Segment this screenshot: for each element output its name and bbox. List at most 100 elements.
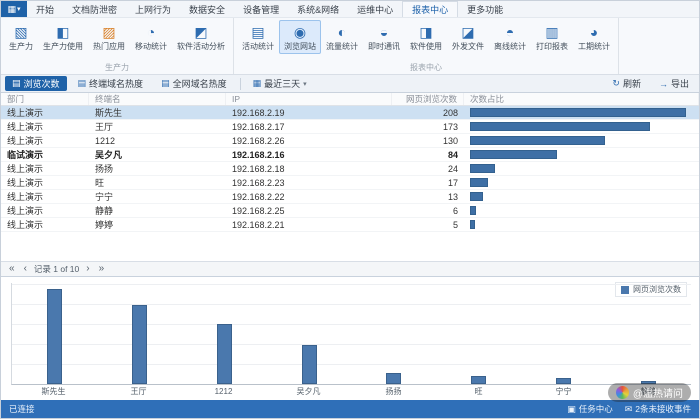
toolbar-button[interactable]: ▨热门应用 — [88, 20, 130, 54]
table-row[interactable]: 临试演示吴夕凡192.168.2.1684 — [1, 148, 699, 162]
software-analysis-icon: ◩ — [194, 24, 207, 40]
toolbar-button[interactable]: ◩软件活动分析 — [172, 20, 230, 54]
cell-department: 线上演示 — [1, 176, 89, 189]
toolbar-button-label: 热门应用 — [93, 41, 125, 52]
table-row[interactable]: 线上演示宁宁192.168.2.2213 — [1, 190, 699, 204]
ribbon-tab[interactable]: 系统&网络 — [288, 1, 348, 17]
export-button[interactable]: →导出 — [653, 76, 695, 91]
cell-ratio — [464, 150, 699, 159]
schedule-stats-icon: ◕ — [590, 24, 598, 40]
column-header[interactable]: IP — [226, 93, 392, 105]
toolbar-group: ▤活动统计◉浏览网站◐流量统计◒即时通讯◨软件使用◪外发文件◓离线统计▥打印报表… — [234, 18, 619, 74]
toolbar-button[interactable]: ▥打印报表 — [531, 20, 573, 54]
ratio-bar — [470, 178, 488, 187]
refresh-button[interactable]: ↻刷新 — [606, 76, 647, 91]
ribbon-tab[interactable]: 更多功能 — [458, 1, 512, 17]
table-row[interactable]: 线上演示1212192.168.2.26130 — [1, 134, 699, 148]
cell-ip: 192.168.2.26 — [226, 136, 392, 146]
table-row[interactable]: 线上演示婷婷192.168.2.215 — [1, 218, 699, 232]
task-center-item[interactable]: ▣任务中心 — [567, 403, 613, 415]
mail-icon: ✉ — [625, 404, 633, 415]
prev-page-button[interactable]: ‹ — [22, 264, 29, 274]
ribbon-tab[interactable]: 设备管理 — [234, 1, 288, 17]
cell-department: 线上演示 — [1, 190, 89, 203]
view-tab-button[interactable]: ▤全网域名热度 — [154, 76, 234, 91]
ribbon-tab[interactable]: 上网行为 — [126, 1, 180, 17]
outgoing-files-icon: ◪ — [461, 24, 474, 40]
table-row[interactable]: 线上演示旺192.168.2.2317 — [1, 176, 699, 190]
last-page-button[interactable]: » — [97, 264, 107, 274]
app-menu-button[interactable]: ▦▾ — [1, 1, 27, 17]
toolbar-group: ▧生产力◧生产力使用▨热门应用◔移动统计◩软件活动分析生产力 — [1, 18, 234, 74]
app-grid-icon: ▦ — [7, 4, 16, 15]
toolbar-button[interactable]: ◔移动统计 — [130, 20, 172, 54]
table-row[interactable]: 线上演示王厅192.168.2.17173 — [1, 120, 699, 134]
report-table: 部门终端名IP网页浏览次数次数占比 线上演示斯先生192.168.2.19208… — [1, 93, 699, 261]
toolbar-button-label: 移动统计 — [135, 41, 167, 52]
toolbar-button[interactable]: ▧生产力 — [4, 20, 38, 54]
chart-bar-cell — [436, 283, 521, 384]
chart-x-label: 宁宁 — [521, 385, 606, 398]
unreceived-events-item[interactable]: ✉2条未接收事件 — [625, 403, 691, 415]
cell-department: 线上演示 — [1, 204, 89, 217]
ratio-bar-track — [470, 178, 693, 187]
cell-count: 13 — [392, 192, 464, 202]
toolbar-button[interactable]: ◨软件使用 — [405, 20, 447, 54]
cell-department: 线上演示 — [1, 120, 89, 133]
toolbar-button-label: 外发文件 — [452, 41, 484, 52]
activity-stats-icon: ◔ — [147, 24, 155, 40]
chart-bar-cell — [606, 283, 691, 384]
hot-apps-icon: ▨ — [102, 24, 115, 40]
view-list-icon: ▤ — [12, 78, 21, 89]
column-header[interactable]: 终端名 — [89, 93, 226, 105]
toolbar-button[interactable]: ◉浏览网站 — [279, 20, 321, 54]
view-tab-button[interactable]: ▤浏览次数 — [5, 76, 67, 91]
ratio-bar — [470, 220, 475, 229]
chevron-down-icon: ▾ — [303, 80, 307, 88]
action-label: 刷新 — [623, 77, 641, 90]
cell-ip: 192.168.2.18 — [226, 164, 392, 174]
ratio-bar-track — [470, 164, 693, 173]
ratio-bar — [470, 136, 605, 145]
toolbar-button[interactable]: ◐流量统计 — [321, 20, 363, 54]
toolbar-button[interactable]: ◒即时通讯 — [363, 20, 405, 54]
ratio-bar-track — [470, 122, 693, 131]
ribbon-tab[interactable]: 报表中心 — [402, 1, 458, 17]
column-header[interactable]: 次数占比 — [464, 93, 699, 105]
toolbar-button[interactable]: ◓离线统计 — [489, 20, 531, 54]
cell-ratio — [464, 108, 699, 117]
ribbon-tab[interactable]: 开始 — [27, 1, 63, 17]
cell-count: 130 — [392, 136, 464, 146]
table-row[interactable]: 线上演示斯先生192.168.2.19208 — [1, 106, 699, 120]
chart-bar-cell — [182, 283, 267, 384]
period-selector[interactable]: ▦ 最近三天 ▾ — [247, 76, 313, 91]
toolbar-button[interactable]: ◪外发文件 — [447, 20, 489, 54]
next-page-button[interactable]: › — [84, 264, 91, 274]
chart-bar-cell — [352, 283, 437, 384]
first-page-button[interactable]: « — [7, 264, 17, 274]
toolbar-button[interactable]: ▤活动统计 — [237, 20, 279, 54]
toolbar-button-label: 软件活动分析 — [177, 41, 225, 52]
activity-icon: ▤ — [251, 24, 264, 40]
chart-x-axis: 斯先生王厅1212吴夕凡扬扬旺宁宁静静 — [11, 385, 691, 398]
column-header[interactable]: 部门 — [1, 93, 89, 105]
cell-terminal-name: 王厅 — [89, 120, 226, 133]
offline-stats-icon: ◓ — [506, 24, 514, 40]
chart-bar — [386, 373, 401, 384]
toolbar-button-label: 浏览网站 — [284, 41, 316, 52]
table-row[interactable]: 线上演示扬扬192.168.2.1824 — [1, 162, 699, 176]
view-tab-button[interactable]: ▤终端域名热度 — [71, 76, 151, 91]
print-report-icon: ▥ — [545, 24, 558, 40]
ribbon-tab[interactable]: 数据安全 — [180, 1, 234, 17]
cell-department: 线上演示 — [1, 218, 89, 231]
toolbar-button-label: 软件使用 — [410, 41, 442, 52]
ribbon-tab[interactable]: 运维中心 — [348, 1, 402, 17]
chart-x-label: 斯先生 — [11, 385, 96, 398]
table-row[interactable]: 线上演示静静192.168.2.256 — [1, 204, 699, 218]
toolbar-button[interactable]: ◧生产力使用 — [38, 20, 88, 54]
cell-ratio — [464, 136, 699, 145]
toolbar-button[interactable]: ◕工期统计 — [573, 20, 615, 54]
pagination-bar: « ‹ 记录 1 of 10 › » — [1, 261, 699, 277]
ribbon-tab[interactable]: 文档防泄密 — [63, 1, 126, 17]
column-header[interactable]: 网页浏览次数 — [392, 93, 464, 105]
